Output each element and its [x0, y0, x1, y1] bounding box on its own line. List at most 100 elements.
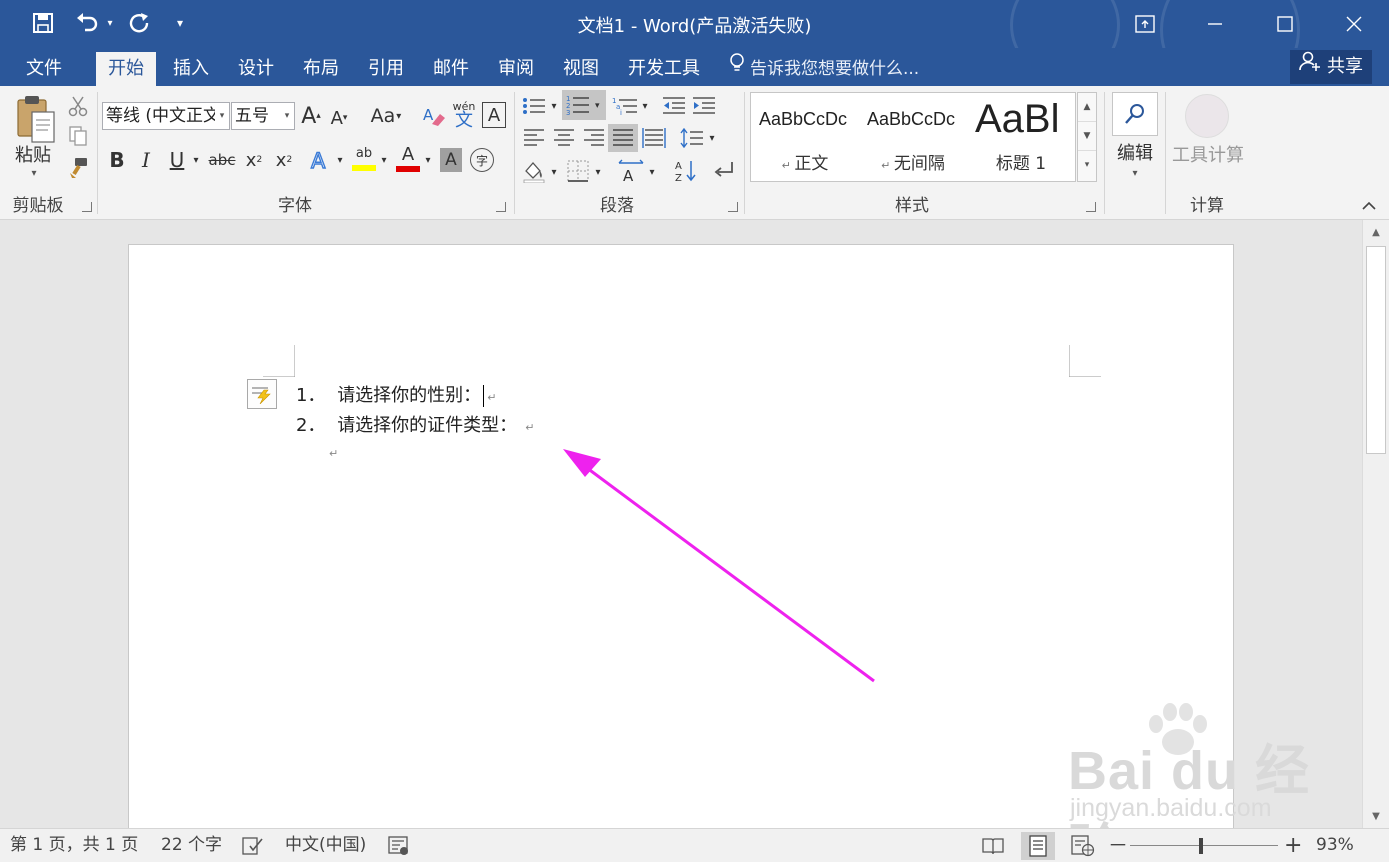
- distributed-icon[interactable]: [640, 126, 668, 150]
- font-color-button[interactable]: A: [394, 144, 422, 174]
- empty-paragraph[interactable]: ↵: [329, 441, 338, 462]
- scroll-down-icon[interactable]: ▼: [1363, 804, 1389, 828]
- borders-dropdown-icon[interactable]: ▾: [592, 162, 604, 182]
- tool-calc-button[interactable]: 工具计算: [1168, 142, 1248, 166]
- macro-recording-icon[interactable]: [388, 835, 410, 857]
- shading-icon[interactable]: [520, 158, 548, 184]
- font-name-combo[interactable]: 等线 (中文正文 ▾: [102, 102, 230, 130]
- vertical-scrollbar[interactable]: ▲ ▼: [1362, 220, 1389, 828]
- bullets-icon[interactable]: [520, 94, 548, 118]
- close-icon[interactable]: [1319, 0, 1389, 48]
- word-count[interactable]: 22 个字: [161, 829, 222, 862]
- sort-icon[interactable]: AZ: [672, 158, 700, 184]
- decrease-indent-icon[interactable]: [660, 94, 688, 118]
- maximize-icon[interactable]: [1250, 0, 1320, 48]
- language-indicator[interactable]: 中文(中国): [285, 829, 366, 862]
- tab-review[interactable]: 审阅: [486, 52, 546, 86]
- editing-dropdown-icon[interactable]: ▾: [1128, 166, 1142, 180]
- page-count[interactable]: 第 1 页，共 1 页: [10, 829, 138, 862]
- tab-mailings[interactable]: 邮件: [421, 52, 481, 86]
- font-color-dropdown-icon[interactable]: ▾: [422, 150, 434, 170]
- share-button[interactable]: 共享: [1290, 50, 1372, 84]
- numbering-icon[interactable]: 1 2 3 ▾: [562, 90, 606, 120]
- bold-button[interactable]: B: [106, 146, 128, 174]
- chevron-down-icon[interactable]: ▾: [280, 103, 294, 129]
- zoom-slider-track[interactable]: [1130, 845, 1278, 846]
- styles-launcher-icon[interactable]: [1086, 202, 1096, 212]
- underline-button[interactable]: U: [166, 146, 188, 174]
- style-normal[interactable]: AaBbCcDc ↵ 正文: [751, 93, 859, 181]
- tab-home[interactable]: 开始: [96, 52, 156, 86]
- character-shading-icon[interactable]: A: [440, 148, 462, 172]
- zoom-slider-thumb[interactable]: [1198, 838, 1203, 854]
- increase-indent-icon[interactable]: [690, 94, 718, 118]
- highlight-dropdown-icon[interactable]: ▾: [378, 150, 390, 170]
- text-effects-dropdown-icon[interactable]: ▾: [334, 150, 346, 170]
- search-icon[interactable]: [1112, 92, 1158, 136]
- print-layout-icon[interactable]: [1021, 832, 1055, 860]
- enclose-characters-button[interactable]: 字: [470, 148, 494, 172]
- tell-me-box[interactable]: 告诉我您想要做什么...: [728, 52, 919, 86]
- tab-references[interactable]: 引用: [356, 52, 416, 86]
- tab-layout[interactable]: 布局: [291, 52, 351, 86]
- clipboard-launcher-icon[interactable]: [82, 202, 92, 212]
- align-center-icon[interactable]: [550, 126, 578, 150]
- subscript-button[interactable]: x2: [242, 146, 266, 174]
- tool-calc-icon[interactable]: [1185, 94, 1229, 138]
- shrink-font-icon[interactable]: A ▾: [326, 104, 352, 132]
- format-painter-icon[interactable]: [66, 156, 90, 180]
- paste-icon[interactable]: [10, 92, 62, 148]
- proofing-icon[interactable]: [242, 835, 264, 857]
- character-border-icon[interactable]: A: [482, 102, 506, 128]
- paste-button[interactable]: 粘贴: [10, 142, 56, 166]
- editing-button[interactable]: 编辑: [1112, 140, 1158, 164]
- text-effects-icon[interactable]: A: [308, 146, 334, 174]
- list-item[interactable]: 1． 请选择你的性别： ↵: [296, 381, 496, 407]
- more-styles-icon[interactable]: ▾: [1078, 151, 1096, 180]
- read-mode-icon[interactable]: [976, 832, 1010, 860]
- scroll-up-icon[interactable]: ▲: [1363, 220, 1389, 244]
- bullets-dropdown-icon[interactable]: ▾: [548, 96, 560, 116]
- scroll-thumb[interactable]: [1366, 246, 1386, 454]
- style-heading-1[interactable]: AaBl 标题 1: [967, 93, 1075, 181]
- tab-view[interactable]: 视图: [551, 52, 611, 86]
- cut-icon[interactable]: [66, 94, 90, 118]
- chevron-down-icon[interactable]: ▼: [1078, 122, 1096, 151]
- chevron-up-icon[interactable]: ▲: [1078, 93, 1096, 122]
- underline-dropdown-icon[interactable]: ▾: [190, 150, 202, 170]
- zoom-in-button[interactable]: +: [1284, 829, 1302, 862]
- style-no-spacing[interactable]: AaBbCcDc ↵ 无间隔: [859, 93, 967, 181]
- zoom-out-button[interactable]: －: [1108, 829, 1128, 862]
- zoom-level[interactable]: 93%: [1316, 829, 1354, 862]
- tab-file[interactable]: 文件: [14, 52, 74, 86]
- tab-design[interactable]: 设计: [226, 52, 286, 86]
- font-size-combo[interactable]: 五号 ▾: [231, 102, 295, 130]
- align-left-icon[interactable]: [520, 126, 548, 150]
- web-layout-icon[interactable]: [1066, 832, 1100, 860]
- ribbon-display-options-icon[interactable]: [1110, 0, 1180, 48]
- paragraph-launcher-icon[interactable]: [728, 202, 738, 212]
- chinese-layout-icon[interactable]: A: [616, 158, 646, 184]
- chevron-down-icon[interactable]: ▾: [215, 103, 229, 129]
- highlight-button[interactable]: ab: [350, 144, 378, 174]
- chinese-layout-dropdown-icon[interactable]: ▾: [646, 162, 658, 182]
- clear-formatting-icon[interactable]: A: [420, 102, 448, 130]
- autocorrect-options-icon[interactable]: [247, 379, 277, 409]
- phonetic-guide-button[interactable]: wén 文: [450, 98, 478, 132]
- multilevel-dropdown-icon[interactable]: ▾: [640, 96, 650, 116]
- collapse-ribbon-icon[interactable]: [1358, 196, 1380, 216]
- list-item[interactable]: 2． 请选择你的证件类型： ↵: [296, 411, 534, 437]
- borders-icon[interactable]: [564, 158, 592, 184]
- font-launcher-icon[interactable]: [496, 202, 506, 212]
- grow-font-icon[interactable]: A ▴: [298, 102, 324, 130]
- minimize-icon[interactable]: [1180, 0, 1250, 48]
- tab-developer[interactable]: 开发工具: [616, 52, 712, 86]
- justify-icon[interactable]: [608, 124, 638, 152]
- strikethrough-button[interactable]: abc: [206, 146, 238, 174]
- copy-icon[interactable]: [66, 124, 90, 148]
- shading-dropdown-icon[interactable]: ▾: [548, 162, 560, 182]
- multilevel-list-icon[interactable]: 1ai: [610, 94, 640, 118]
- superscript-button[interactable]: x2: [272, 146, 296, 174]
- tab-insert[interactable]: 插入: [161, 52, 221, 86]
- line-spacing-icon[interactable]: [678, 126, 706, 150]
